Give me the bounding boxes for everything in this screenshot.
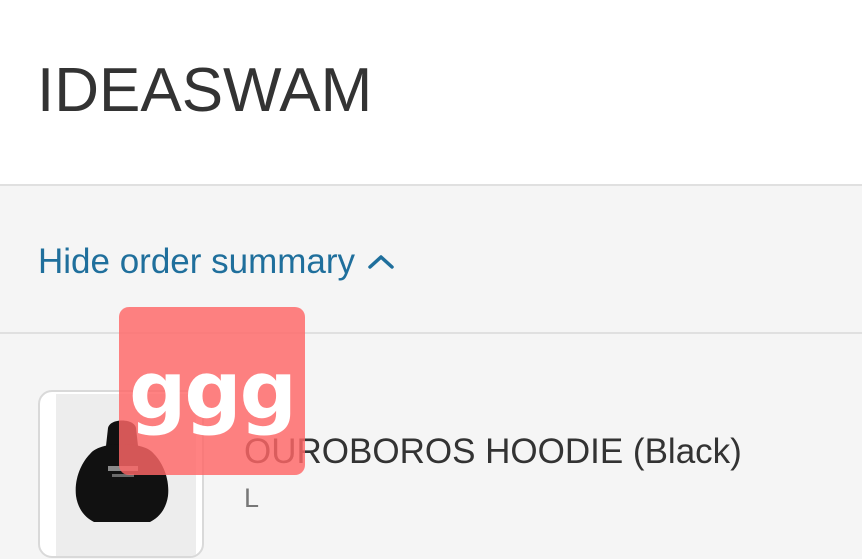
overlay-badge: ggg <box>119 307 305 475</box>
brand-logo-text[interactable]: IDEASWAM <box>37 56 372 126</box>
product-variant: L <box>244 483 260 513</box>
overlay-badge-text: ggg <box>129 344 297 437</box>
header: IDEASWAM <box>0 0 862 186</box>
checkout-page: IDEASWAM Hide order summary OUROBOROS HO… <box>0 0 862 559</box>
order-summary-toggle[interactable]: Hide order summary <box>38 240 395 284</box>
product-name: OUROBOROS HOODIE (Black) <box>244 432 742 471</box>
order-summary-toggle-label: Hide order summary <box>38 242 356 281</box>
chevron-up-icon <box>368 255 394 269</box>
